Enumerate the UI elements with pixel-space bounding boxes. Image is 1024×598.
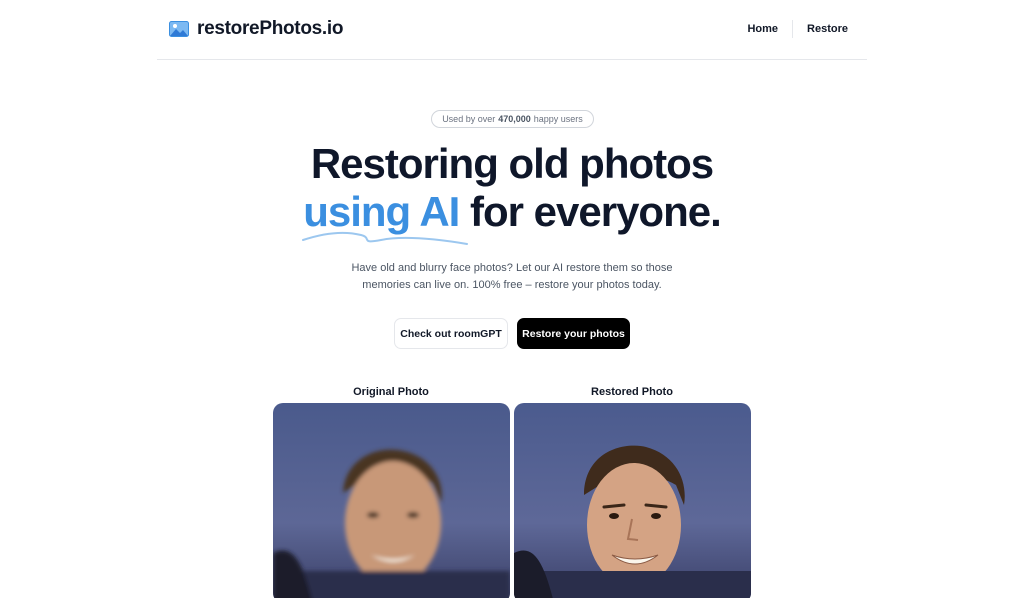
roomgpt-button[interactable]: Check out roomGPT [394,318,508,349]
nav-divider [792,20,794,38]
title-line-2: using AI for everyone. [0,188,1024,245]
restored-photo-label: Restored Photo [591,386,673,398]
site-header: restorePhotos.io Home Restore [157,0,867,60]
original-photo-label: Original Photo [353,386,429,398]
top-nav: Home Restore [747,20,848,38]
original-portrait-image [273,403,510,598]
restore-photos-button[interactable]: Restore your photos [517,318,630,349]
nav-home-link[interactable]: Home [747,23,778,35]
photo-icon [169,21,189,37]
badge-count: 470,000 [498,114,531,124]
underline-squiggle-icon [302,231,469,245]
brand-logo-link[interactable]: restorePhotos.io [169,18,343,40]
restored-portrait-image [514,403,751,598]
title-accent: using AI [302,188,469,245]
brand-name: restorePhotos.io [197,18,344,39]
hero-subtitle: Have old and blurry face photos? Let our… [351,262,673,291]
usage-badge: Used by over 470,000 happy users [431,110,594,128]
title-line-1: Restoring old photos [310,140,714,187]
original-photo [273,403,510,598]
badge-suffix: happy users [533,114,583,124]
badge-prefix: Used by over [442,114,496,124]
title-rest-text: for everyone. [470,188,722,235]
page-title: Restoring old photos using AI for everyo… [0,140,1024,245]
nav-restore-link[interactable]: Restore [807,23,848,35]
restored-photo [514,403,751,598]
